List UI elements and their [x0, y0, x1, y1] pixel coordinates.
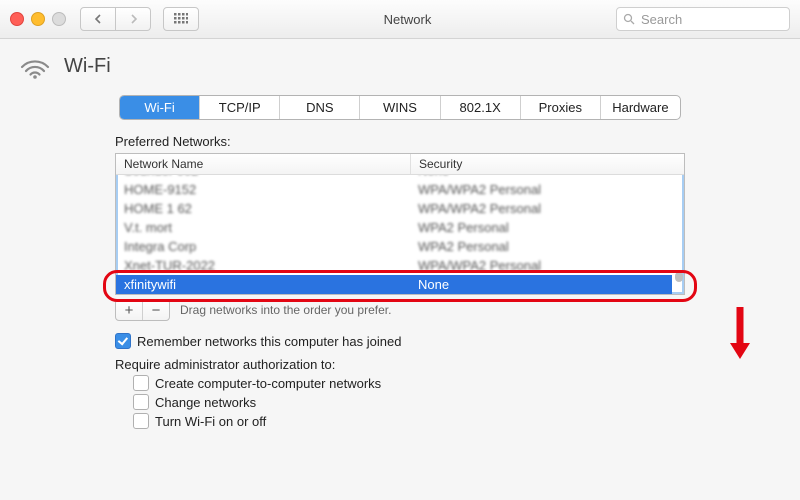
tab-proxies[interactable]: Proxies [521, 96, 601, 119]
preferred-networks-label: Preferred Networks: [115, 134, 685, 149]
column-network-name[interactable]: Network Name [116, 154, 411, 174]
tab-hardware[interactable]: Hardware [601, 96, 680, 119]
remember-networks-checkbox[interactable] [115, 333, 131, 349]
checkbox[interactable] [133, 413, 149, 429]
options-section: Remember networks this computer has join… [115, 333, 685, 429]
table-row[interactable]: Integra CorpWPA2 Personal [116, 237, 672, 256]
titlebar: Network Search [0, 0, 800, 39]
tab-wins[interactable]: WINS [360, 96, 440, 119]
search-icon [623, 13, 635, 25]
checkbox-label: Create computer-to-computer networks [155, 376, 381, 391]
checkbox-label: Change networks [155, 395, 256, 410]
require-admin-label: Require administrator authorization to: [115, 357, 685, 372]
remember-networks-label: Remember networks this computer has join… [137, 334, 401, 349]
pane-body: Wi-Fi Wi-FiTCP/IPDNSWINS802.1XProxiesHar… [0, 39, 800, 429]
checkbox[interactable] [133, 375, 149, 391]
checkbox-label: Turn Wi-Fi on or off [155, 414, 266, 429]
cell-security: None [410, 277, 672, 292]
chevron-left-icon [94, 14, 103, 24]
cell-network-name: HOME-9152 [116, 182, 410, 197]
checkbox[interactable] [133, 394, 149, 410]
search-input[interactable]: Search [616, 7, 790, 31]
close-window-button[interactable] [10, 12, 24, 26]
pane-header: Wi-Fi [18, 49, 782, 89]
remember-networks-row[interactable]: Remember networks this computer has join… [115, 333, 685, 349]
cell-network-name: xfinitywifi [116, 277, 410, 292]
search-placeholder: Search [641, 12, 682, 27]
cell-network-name: V.t. mort [116, 220, 410, 235]
forward-button[interactable] [116, 7, 151, 31]
table-body: Sounder 002NoneHOME-9152WPA/WPA2 Persona… [116, 175, 684, 294]
wifi-icon [18, 53, 52, 79]
table-row[interactable]: xfinitywifiNone [116, 275, 672, 294]
table-row[interactable]: HOME 1 62WPA/WPA2 Personal [116, 199, 672, 218]
grid-icon [174, 13, 188, 25]
preferred-networks-table[interactable]: Network Name Security Sounder 002NoneHOM… [115, 153, 685, 295]
cell-security: WPA/WPA2 Personal [410, 258, 672, 273]
annotation-arrow [728, 305, 752, 359]
cell-security: None [410, 175, 672, 178]
show-all-button[interactable] [163, 7, 199, 31]
wifi-advanced-panel: Preferred Networks: Network Name Securit… [115, 134, 685, 321]
cell-network-name: Xnet-TUR-2022 [116, 258, 410, 273]
tab-bar: Wi-FiTCP/IPDNSWINS802.1XProxiesHardware [119, 95, 681, 120]
add-network-button[interactable]: + [116, 300, 143, 320]
scrollbar[interactable] [673, 176, 683, 293]
window-title: Network [207, 12, 608, 27]
table-row[interactable]: Xnet-TUR-2022WPA/WPA2 Personal [116, 256, 672, 275]
cell-security: WPA2 Personal [410, 239, 672, 254]
tab-dns[interactable]: DNS [280, 96, 360, 119]
pane-title: Wi-Fi [64, 55, 111, 78]
window-controls [10, 12, 66, 26]
back-button[interactable] [80, 7, 116, 31]
minimize-window-button[interactable] [31, 12, 45, 26]
system-preferences-window: Network Search Wi-Fi Wi-FiTCP/IPDNSWINS8… [0, 0, 800, 500]
table-row[interactable]: V.t. mortWPA2 Personal [116, 218, 672, 237]
require-admin-option[interactable]: Turn Wi-Fi on or off [133, 413, 685, 429]
column-security[interactable]: Security [411, 154, 684, 174]
cell-security: WPA2 Personal [410, 220, 672, 235]
zoom-window-button[interactable] [52, 12, 66, 26]
tab-8021x[interactable]: 802.1X [441, 96, 521, 119]
preferred-networks-table-wrap: Network Name Security Sounder 002NoneHOM… [115, 153, 685, 295]
cell-network-name: Sounder 002 [116, 175, 410, 178]
tab-tcpip[interactable]: TCP/IP [200, 96, 280, 119]
cell-security: WPA/WPA2 Personal [410, 182, 672, 197]
table-header: Network Name Security [116, 154, 684, 175]
tab-wifi[interactable]: Wi-Fi [120, 96, 200, 119]
nav-buttons [80, 7, 151, 31]
drag-hint: Drag networks into the order you prefer. [180, 303, 391, 317]
require-admin-option[interactable]: Change networks [133, 394, 685, 410]
table-row[interactable]: HOME-9152WPA/WPA2 Personal [116, 180, 672, 199]
remove-network-button[interactable]: − [143, 300, 169, 320]
cell-network-name: Integra Corp [116, 239, 410, 254]
scroll-thumb[interactable] [675, 272, 683, 282]
add-remove-bar: + − Drag networks into the order you pre… [115, 299, 685, 321]
require-admin-option[interactable]: Create computer-to-computer networks [133, 375, 685, 391]
add-remove-group: + − [115, 299, 170, 321]
chevron-right-icon [129, 14, 138, 24]
cell-security: WPA/WPA2 Personal [410, 201, 672, 216]
cell-network-name: HOME 1 62 [116, 201, 410, 216]
